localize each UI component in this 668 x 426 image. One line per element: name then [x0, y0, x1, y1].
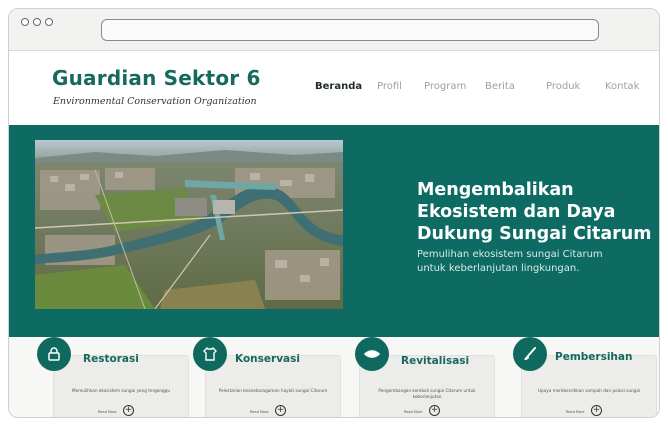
- service-title[interactable]: Restorasi: [83, 353, 139, 365]
- plus-circle-icon[interactable]: +: [429, 405, 440, 416]
- hero-subtitle-line: untuk keberlanjutan lingkungan.: [417, 263, 580, 274]
- aerial-river-illustration: [35, 140, 343, 309]
- leaf-icon: [355, 337, 389, 371]
- services-section: Memulihkan ekosistem sungai yang tergang…: [9, 337, 659, 417]
- service-description: Pelestarian keanekaragaman hayati sungai…: [218, 388, 328, 393]
- nav-item-beranda[interactable]: Beranda: [315, 81, 362, 92]
- shirt-icon: [193, 337, 227, 371]
- browser-toolbar: [9, 9, 659, 51]
- browser-window: Guardian Sektor 6 Environmental Conserva…: [8, 8, 660, 418]
- window-minimize-control[interactable]: [33, 18, 41, 26]
- hero-subtitle: Pemulihan ekosistem sungai Citarum untuk…: [417, 248, 647, 276]
- read-more-link[interactable]: Read More: [566, 410, 585, 414]
- read-more-link[interactable]: Read More: [98, 410, 117, 414]
- hero-title: Mengembalikan Ekosistem dan Daya Dukung …: [417, 179, 657, 245]
- hero-title-line: Mengembalikan: [417, 180, 574, 200]
- nav-item-kontak[interactable]: Kontak: [605, 81, 639, 92]
- window-close-control[interactable]: [21, 18, 29, 26]
- brush-icon: [513, 337, 547, 371]
- address-bar[interactable]: [101, 19, 599, 41]
- hero-banner: Mengembalikan Ekosistem dan Daya Dukung …: [9, 125, 659, 337]
- nav-item-berita[interactable]: Berita: [485, 81, 515, 92]
- hero-subtitle-line: Pemulihan ekosistem sungai Citarum: [417, 249, 603, 260]
- nav-item-program[interactable]: Program: [424, 81, 466, 92]
- service-title[interactable]: Revitalisasi: [401, 355, 469, 367]
- nav-item-profil[interactable]: Profil: [377, 81, 402, 92]
- plus-circle-icon[interactable]: +: [275, 405, 286, 416]
- brand-subtitle: Environmental Conservation Organization: [53, 96, 257, 107]
- brand-title[interactable]: Guardian Sektor 6: [52, 66, 261, 90]
- lock-icon: [37, 337, 71, 371]
- service-title[interactable]: Konservasi: [235, 353, 300, 365]
- plus-circle-icon[interactable]: +: [123, 405, 134, 416]
- service-description: Upaya membersihkan sampah dan polusi sun…: [537, 388, 641, 393]
- read-more-link[interactable]: Read More: [404, 410, 423, 414]
- service-description: Pengembangan kembali sungai Citarum untu…: [378, 388, 476, 399]
- read-more-link[interactable]: Read More: [250, 410, 269, 414]
- service-description: Memulihkan ekosistem sungai yang tergang…: [72, 388, 170, 393]
- plus-circle-icon[interactable]: +: [591, 405, 602, 416]
- service-title[interactable]: Pembersihan: [555, 351, 632, 363]
- hero-title-line: Ekosistem dan Daya: [417, 202, 616, 222]
- nav-item-produk[interactable]: Produk: [546, 81, 580, 92]
- window-maximize-control[interactable]: [45, 18, 53, 26]
- hero-image: [35, 140, 343, 309]
- hero-title-line: Dukung Sungai Citarum: [417, 224, 652, 244]
- site-header: Guardian Sektor 6 Environmental Conserva…: [9, 51, 659, 133]
